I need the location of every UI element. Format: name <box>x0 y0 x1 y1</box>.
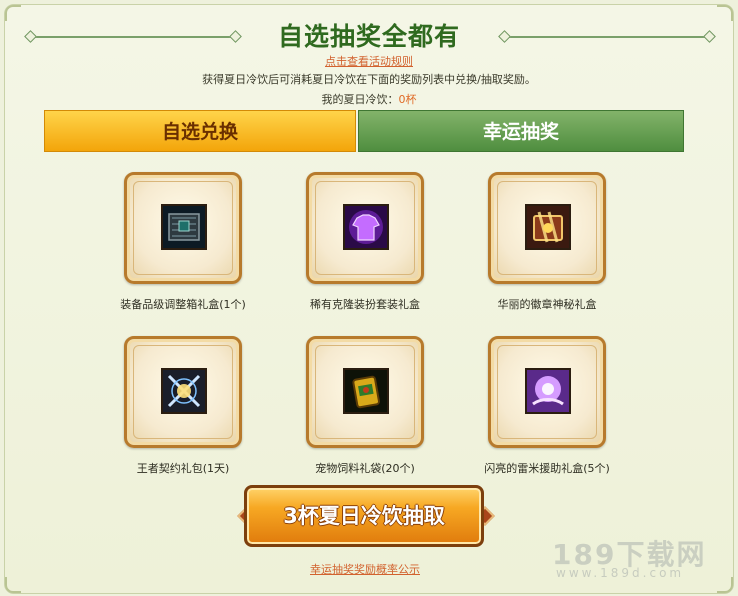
balance-label: 我的夏日冷饮： <box>321 93 399 106</box>
equipment-grade-box-icon <box>161 204 207 250</box>
reward-label: 闪亮的雷米援助礼盒(5个) <box>484 462 610 475</box>
remy-aid-box-icon <box>525 368 571 414</box>
reward-card[interactable] <box>306 336 424 448</box>
corner-ornament <box>5 577 21 593</box>
pet-food-bag-icon <box>343 368 389 414</box>
reward-label: 宠物饲料礼袋(20个) <box>315 462 415 475</box>
page-title: 自选抽奖全都有 <box>277 22 460 51</box>
activity-description: 获得夏日冷饮后可消耗夏日冷饮在下面的奖励列表中兑换/抽取奖励。 <box>202 73 536 86</box>
king-contract-icon <box>161 368 207 414</box>
reward-card[interactable] <box>124 336 242 448</box>
emblem-mystery-box-icon <box>525 204 571 250</box>
reward-card[interactable] <box>488 336 606 448</box>
balance-value: 0杯 <box>398 93 417 106</box>
reward-card[interactable] <box>306 172 424 284</box>
tab-self-select-exchange[interactable]: 自选兑换 <box>44 110 356 152</box>
reward-card[interactable] <box>488 172 606 284</box>
reward-label: 稀有克隆装扮套装礼盒 <box>310 298 420 311</box>
reward-card[interactable] <box>124 172 242 284</box>
site-watermark-url: www.189d.com <box>556 566 685 580</box>
reward-label: 装备品级调整箱礼盒(1个) <box>120 298 246 311</box>
draw-button[interactable]: 3杯夏日冷饮抽取 <box>244 485 484 547</box>
reward-label: 华丽的徽章神秘礼盒 <box>497 298 597 311</box>
tab-lucky-draw[interactable]: 幸运抽奖 <box>358 110 684 152</box>
drink-balance: 我的夏日冷饮：0杯 <box>0 91 738 107</box>
mode-tabs: 自选兑换 幸运抽奖 <box>44 110 684 152</box>
rare-costume-box-icon <box>343 204 389 250</box>
draw-button-label: 3杯夏日冷饮抽取 <box>283 504 445 528</box>
reward-label: 王者契约礼包(1天) <box>136 462 230 475</box>
activity-rules-link[interactable]: 点击查看活动规则 <box>0 53 738 69</box>
corner-ornament <box>717 577 733 593</box>
